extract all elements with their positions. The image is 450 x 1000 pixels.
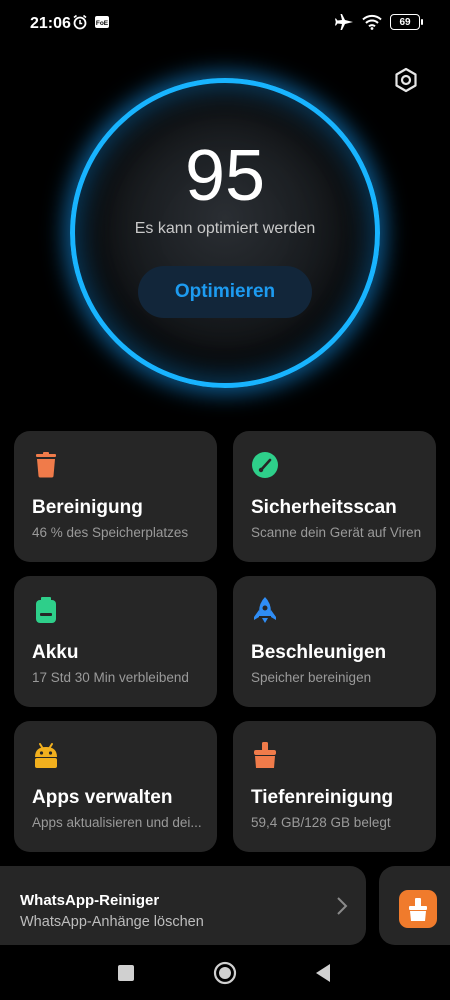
card-boost[interactable]: Beschleunigen Speicher bereinigen: [233, 576, 436, 707]
score-value: 95: [184, 136, 266, 216]
optimize-button[interactable]: Optimieren: [138, 266, 312, 318]
cleaner-app-icon: [399, 890, 437, 928]
banner-title: WhatsApp-Reiniger: [20, 892, 160, 909]
card-battery[interactable]: Akku 17 Std 30 Min verbleibend: [14, 576, 217, 707]
card-title: Akku: [32, 642, 79, 663]
back-button[interactable]: [312, 961, 336, 985]
card-subtitle: 46 % des Speicherplatzes: [32, 525, 189, 540]
card-title: Beschleunigen: [251, 642, 387, 663]
wifi-icon: [362, 14, 382, 30]
card-cleanup[interactable]: Bereinigung 46 % des Speicherplatzes: [14, 431, 217, 562]
shield-gauge-icon: [252, 452, 278, 478]
score-subtitle: Es kann optimiert werden: [134, 220, 316, 237]
chevron-right-icon: [337, 897, 348, 915]
square-icon: [118, 965, 134, 981]
next-banner-card[interactable]: [379, 866, 450, 945]
recents-button[interactable]: [114, 961, 138, 985]
status-right-icons: 69: [334, 13, 423, 31]
card-title: Tiefenreinigung: [251, 787, 394, 808]
rocket-icon: [254, 597, 276, 623]
card-title: Bereinigung: [32, 497, 143, 518]
alarm-icon: [73, 14, 87, 30]
svg-text:FoE: FoE: [96, 20, 109, 27]
notification-badge-icon: FoE: [95, 16, 109, 28]
card-subtitle: Apps aktualisieren und dei...: [32, 815, 202, 830]
status-left-icons: FoE: [72, 14, 110, 30]
circle-icon: [213, 961, 237, 985]
broom-icon: [254, 742, 276, 768]
trash-icon: [36, 452, 56, 478]
android-icon: [35, 743, 57, 768]
battery-icon: [36, 597, 56, 623]
card-subtitle: Scanne dein Gerät auf Viren: [251, 525, 422, 540]
navigation-bar: [0, 945, 450, 1000]
gear-icon: [395, 67, 417, 93]
status-bar: 21:06 FoE 69: [0, 0, 450, 46]
airplane-icon: [335, 14, 353, 30]
card-subtitle: 59,4 GB/128 GB belegt: [251, 815, 391, 830]
battery-level: 69: [399, 16, 411, 28]
home-button[interactable]: [213, 961, 237, 985]
card-manage-apps[interactable]: Apps verwalten Apps aktualisieren und de…: [14, 721, 217, 852]
card-subtitle: Speicher bereinigen: [251, 670, 372, 685]
battery-indicator: 69: [390, 14, 423, 30]
card-deep-clean[interactable]: Tiefenreinigung 59,4 GB/128 GB belegt: [233, 721, 436, 852]
card-subtitle: 17 Std 30 Min verbleibend: [32, 670, 189, 685]
card-title: Apps verwalten: [32, 787, 173, 808]
security-score-panel: 95 Es kann optimiert werden Optimieren: [70, 78, 380, 388]
settings-button[interactable]: [392, 66, 420, 94]
banner-subtitle: WhatsApp-Anhänge löschen: [20, 914, 204, 930]
back-triangle-icon: [316, 964, 330, 982]
card-title: Sicherheitsscan: [251, 497, 397, 518]
whatsapp-cleaner-banner[interactable]: WhatsApp-Reiniger WhatsApp-Anhänge lösch…: [0, 866, 366, 945]
status-time: 21:06: [30, 15, 71, 32]
card-security-scan[interactable]: Sicherheitsscan Scanne dein Gerät auf Vi…: [233, 431, 436, 562]
